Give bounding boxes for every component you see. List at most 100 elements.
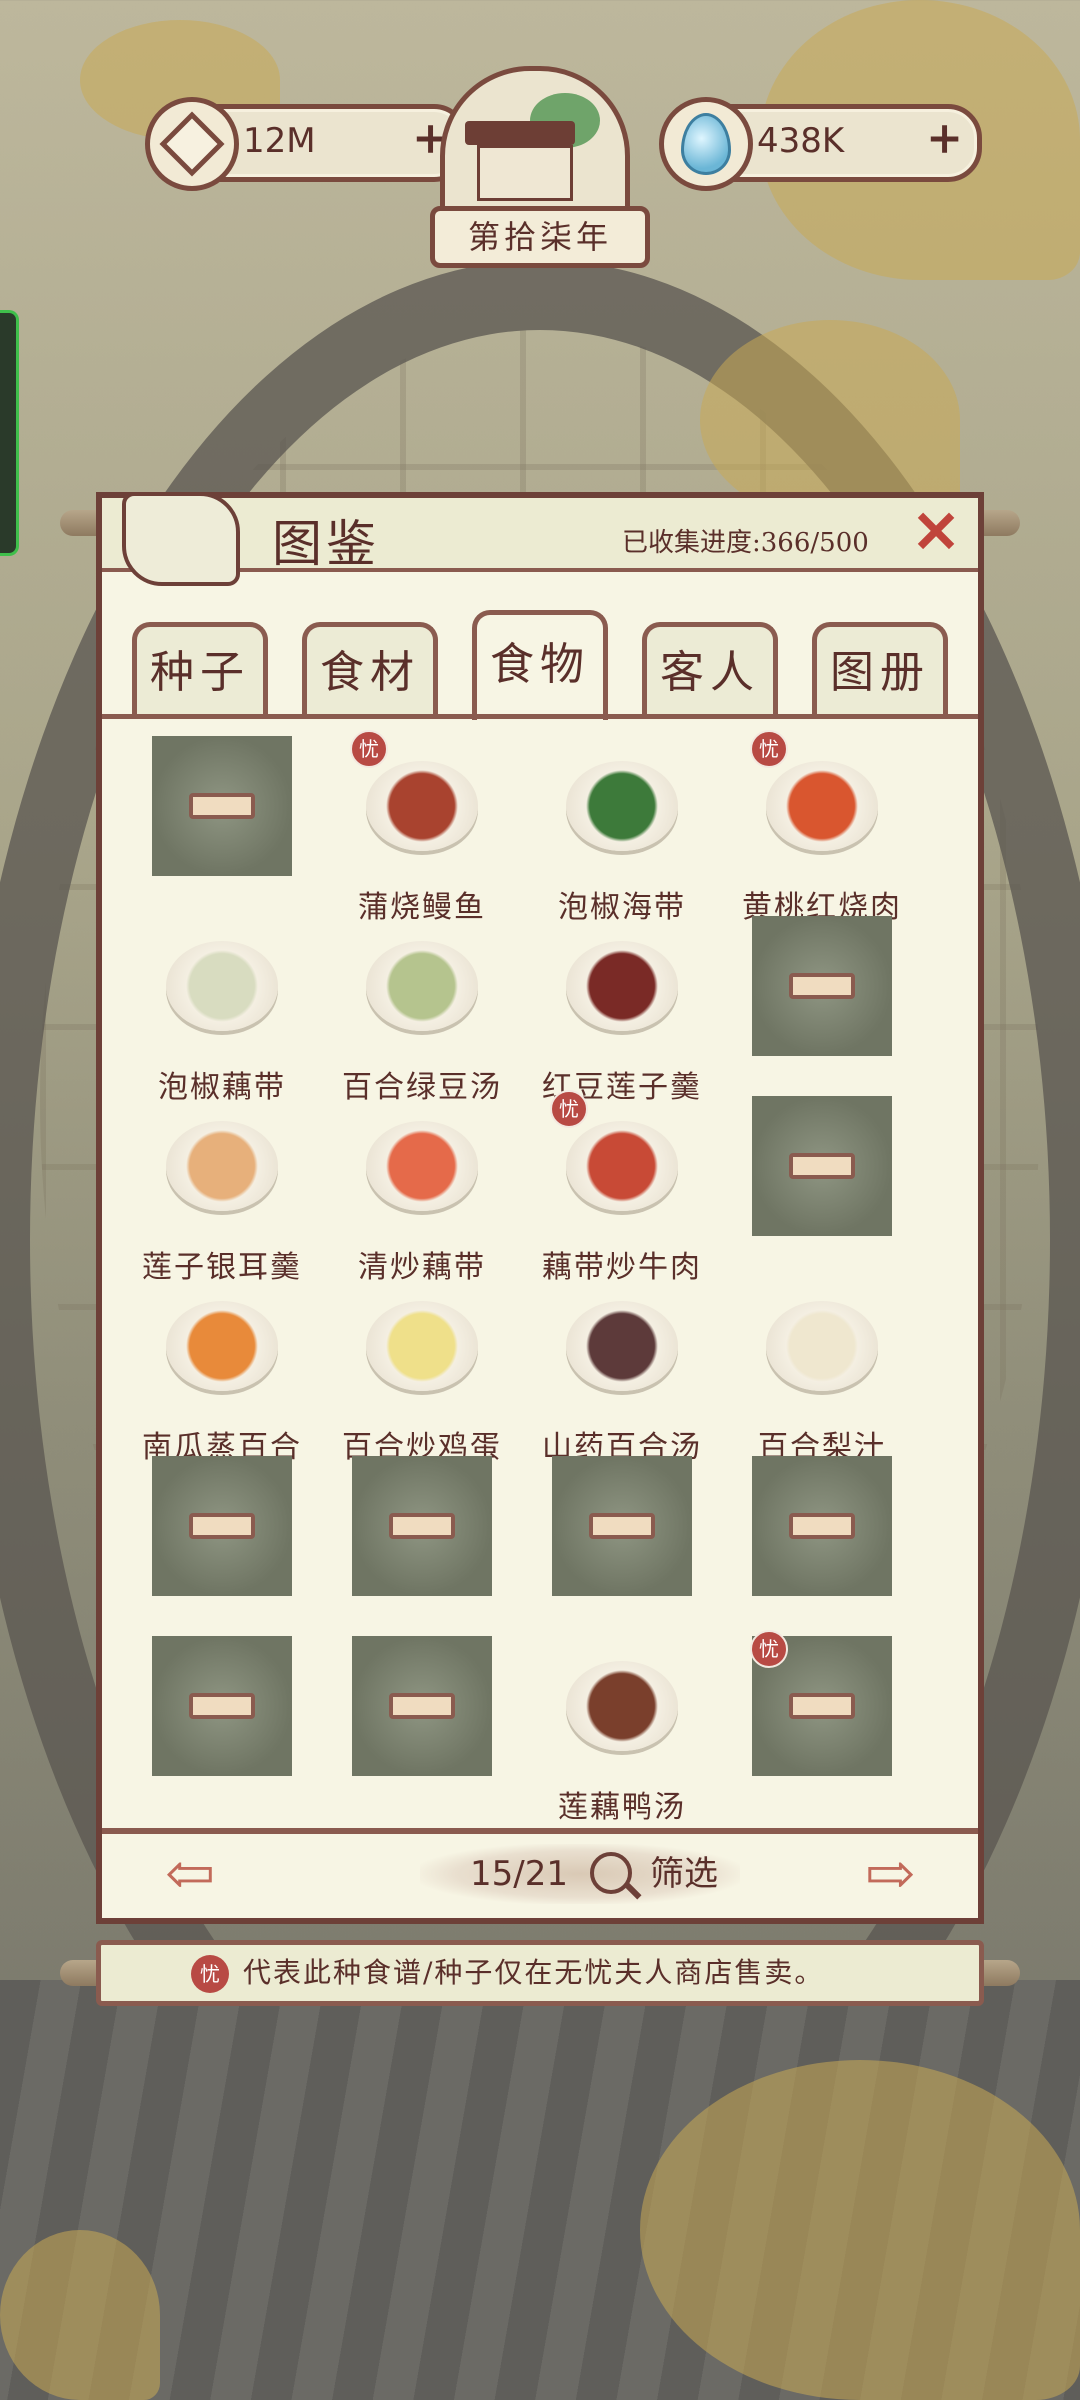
locked-slot-icon xyxy=(352,1456,492,1596)
dish-icon xyxy=(552,736,692,876)
dish-plate-icon xyxy=(166,1301,278,1391)
dish-plate-icon xyxy=(566,1121,678,1211)
close-icon[interactable]: ✕ xyxy=(908,503,964,561)
dish-plate-icon xyxy=(766,761,878,851)
food-item[interactable]: 忧藕带炒牛肉 xyxy=(502,1090,702,1285)
food-item[interactable]: 莲子银耳羹 xyxy=(102,1096,302,1285)
locked-slot-icon xyxy=(752,916,892,1056)
locked-food-slot[interactable] xyxy=(102,736,302,914)
dish-icon xyxy=(352,1276,492,1416)
locked-slot-icon xyxy=(152,1636,292,1776)
locked-slot-icon xyxy=(552,1456,692,1596)
water-drop-icon xyxy=(659,97,753,191)
pavilion-icon xyxy=(477,145,573,201)
lock-plaque-icon xyxy=(189,793,255,819)
dish-icon xyxy=(752,1276,892,1416)
food-item[interactable]: 百合炒鸡蛋 xyxy=(302,1276,502,1465)
locked-food-slot[interactable] xyxy=(702,1456,902,1634)
exclusive-badge-icon: 忧 xyxy=(550,1090,588,1128)
locked-slot-icon xyxy=(752,1096,892,1236)
pavilion-roof-icon xyxy=(465,121,575,145)
collection-progress: 已收集进度:366/500 xyxy=(622,528,869,558)
pagination: 15/21 筛选 xyxy=(420,1844,740,1904)
food-item[interactable]: 百合梨汁 xyxy=(702,1276,902,1465)
tab-seeds[interactable]: 种子 xyxy=(132,622,268,714)
lock-plaque-icon xyxy=(789,1693,855,1719)
dish-icon xyxy=(352,1096,492,1236)
food-item[interactable]: 清炒藕带 xyxy=(302,1096,502,1285)
coin-counter: 12M + xyxy=(145,97,468,191)
page-indicator: 15/21 xyxy=(470,1854,568,1894)
food-item[interactable]: 泡椒海带 xyxy=(502,736,702,925)
panel-header: 图鉴 已收集进度:366/500 ✕ xyxy=(102,492,978,586)
lock-plaque-icon xyxy=(389,1693,455,1719)
tab-ingredients[interactable]: 食材 xyxy=(302,622,438,714)
dish-plate-icon xyxy=(566,1661,678,1751)
dish-plate-icon xyxy=(566,1301,678,1391)
exclusive-badge-icon: 忧 xyxy=(750,1630,788,1668)
magnifier-icon[interactable] xyxy=(590,1852,632,1894)
collection-panel: 图鉴 已收集进度:366/500 ✕ 种子 食材 食物 客人 图册 忧蒲烧鳗鱼泡… xyxy=(96,492,984,1924)
dish-icon xyxy=(552,916,692,1056)
estate-emblem[interactable] xyxy=(440,66,630,226)
lock-plaque-icon xyxy=(189,1513,255,1539)
dish-icon xyxy=(152,916,292,1056)
dish-icon xyxy=(152,1276,292,1416)
food-item[interactable]: 百合绿豆汤 xyxy=(302,916,502,1105)
side-drawer-tab[interactable] xyxy=(0,310,19,556)
locked-slot-icon xyxy=(152,736,292,876)
dish-plate-icon xyxy=(166,1121,278,1211)
lock-plaque-icon xyxy=(189,1693,255,1719)
food-item[interactable]: 山药百合汤 xyxy=(502,1276,702,1465)
exclusive-badge-icon: 忧 xyxy=(750,730,788,768)
year-label: 第拾柒年 xyxy=(430,206,650,268)
tab-food[interactable]: 食物 xyxy=(472,610,608,720)
locked-slot-icon xyxy=(352,1636,492,1776)
lock-plaque-icon xyxy=(389,1513,455,1539)
ginkgo-leaf-decoration xyxy=(700,320,960,520)
locked-food-slot[interactable]: 忧 xyxy=(702,1630,902,1814)
dish-icon xyxy=(552,1276,692,1416)
filter-button[interactable]: 筛选 xyxy=(650,1844,718,1904)
locked-food-slot[interactable] xyxy=(702,916,902,1094)
dish-icon xyxy=(552,1636,692,1776)
scroll-icon xyxy=(122,492,240,586)
coin-value: 12M xyxy=(243,121,316,161)
water-counter: 438K + xyxy=(659,97,982,191)
ginkgo-leaf-decoration xyxy=(640,2060,1080,2400)
locked-food-slot[interactable] xyxy=(502,1456,702,1634)
dish-icon xyxy=(352,916,492,1056)
food-item[interactable]: 忧黄桃红烧肉 xyxy=(702,730,902,925)
lock-plaque-icon xyxy=(589,1513,655,1539)
notice-text: 代表此种食谱/种子仅在无忧夫人商店售卖。 xyxy=(243,1956,825,1989)
food-item[interactable]: 泡椒藕带 xyxy=(102,916,302,1105)
food-item[interactable]: 红豆莲子羹 xyxy=(502,916,702,1105)
category-tabs: 种子 食材 食物 客人 图册 xyxy=(132,610,952,720)
locked-food-slot[interactable] xyxy=(302,1456,502,1634)
dish-plate-icon xyxy=(366,761,478,851)
dish-plate-icon xyxy=(366,941,478,1031)
dish-plate-icon xyxy=(166,941,278,1031)
locked-food-slot[interactable] xyxy=(102,1456,302,1634)
arrow-right-icon[interactable]: ⇨ xyxy=(842,1844,938,1904)
food-item[interactable]: 南瓜蒸百合 xyxy=(102,1276,302,1465)
dish-icon xyxy=(152,1096,292,1236)
locked-slot-icon xyxy=(152,1456,292,1596)
tab-guests[interactable]: 客人 xyxy=(642,622,778,714)
exclusive-badge-icon: 忧 xyxy=(191,1955,229,1993)
food-item[interactable]: 忧蒲烧鳗鱼 xyxy=(302,730,502,925)
dish-plate-icon xyxy=(566,761,678,851)
locked-food-slot[interactable] xyxy=(702,1096,902,1274)
locked-food-slot[interactable] xyxy=(102,1636,302,1814)
food-item[interactable]: 莲藕鸭汤 xyxy=(502,1636,702,1825)
locked-food-slot[interactable] xyxy=(302,1636,502,1814)
lock-plaque-icon xyxy=(789,1513,855,1539)
add-water-button[interactable]: + xyxy=(926,117,963,161)
tab-album[interactable]: 图册 xyxy=(812,622,948,714)
arrow-left-icon[interactable]: ⇦ xyxy=(142,1844,238,1904)
exclusive-notice: 忧 代表此种食谱/种子仅在无忧夫人商店售卖。 xyxy=(96,1940,984,2006)
locked-slot-icon xyxy=(752,1456,892,1596)
lock-plaque-icon xyxy=(789,1153,855,1179)
footer-divider xyxy=(102,1828,978,1834)
water-value: 438K xyxy=(757,121,845,161)
